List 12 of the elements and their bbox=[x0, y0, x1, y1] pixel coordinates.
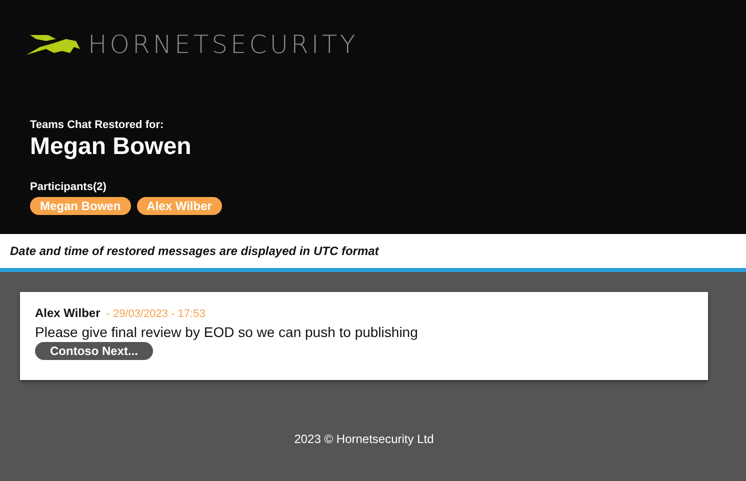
attachment-chip[interactable]: Contoso Next... bbox=[35, 342, 154, 360]
participant-chip: Megan Bowen bbox=[30, 197, 131, 215]
participants-label: Participants(2) bbox=[30, 181, 108, 193]
chat-title: Megan Bowen bbox=[30, 133, 192, 161]
message-timestamp: - 29/03/2023 - 17:53 bbox=[106, 308, 206, 320]
participant-chip: Alex Wilber bbox=[136, 197, 222, 215]
footer-copyright: 2023 © Hornetsecurity Ltd bbox=[293, 432, 435, 446]
utc-notice: Date and time of restored messages are displayed in UTC format bbox=[0, 234, 746, 272]
logo-text: HORNETSECURITY bbox=[88, 30, 358, 59]
message-text: Please give final review by EOD so we can push to publishing bbox=[35, 324, 419, 340]
message-author: Alex Wilber bbox=[35, 306, 100, 320]
chat-subtitle: Teams Chat Restored for: bbox=[30, 119, 165, 131]
